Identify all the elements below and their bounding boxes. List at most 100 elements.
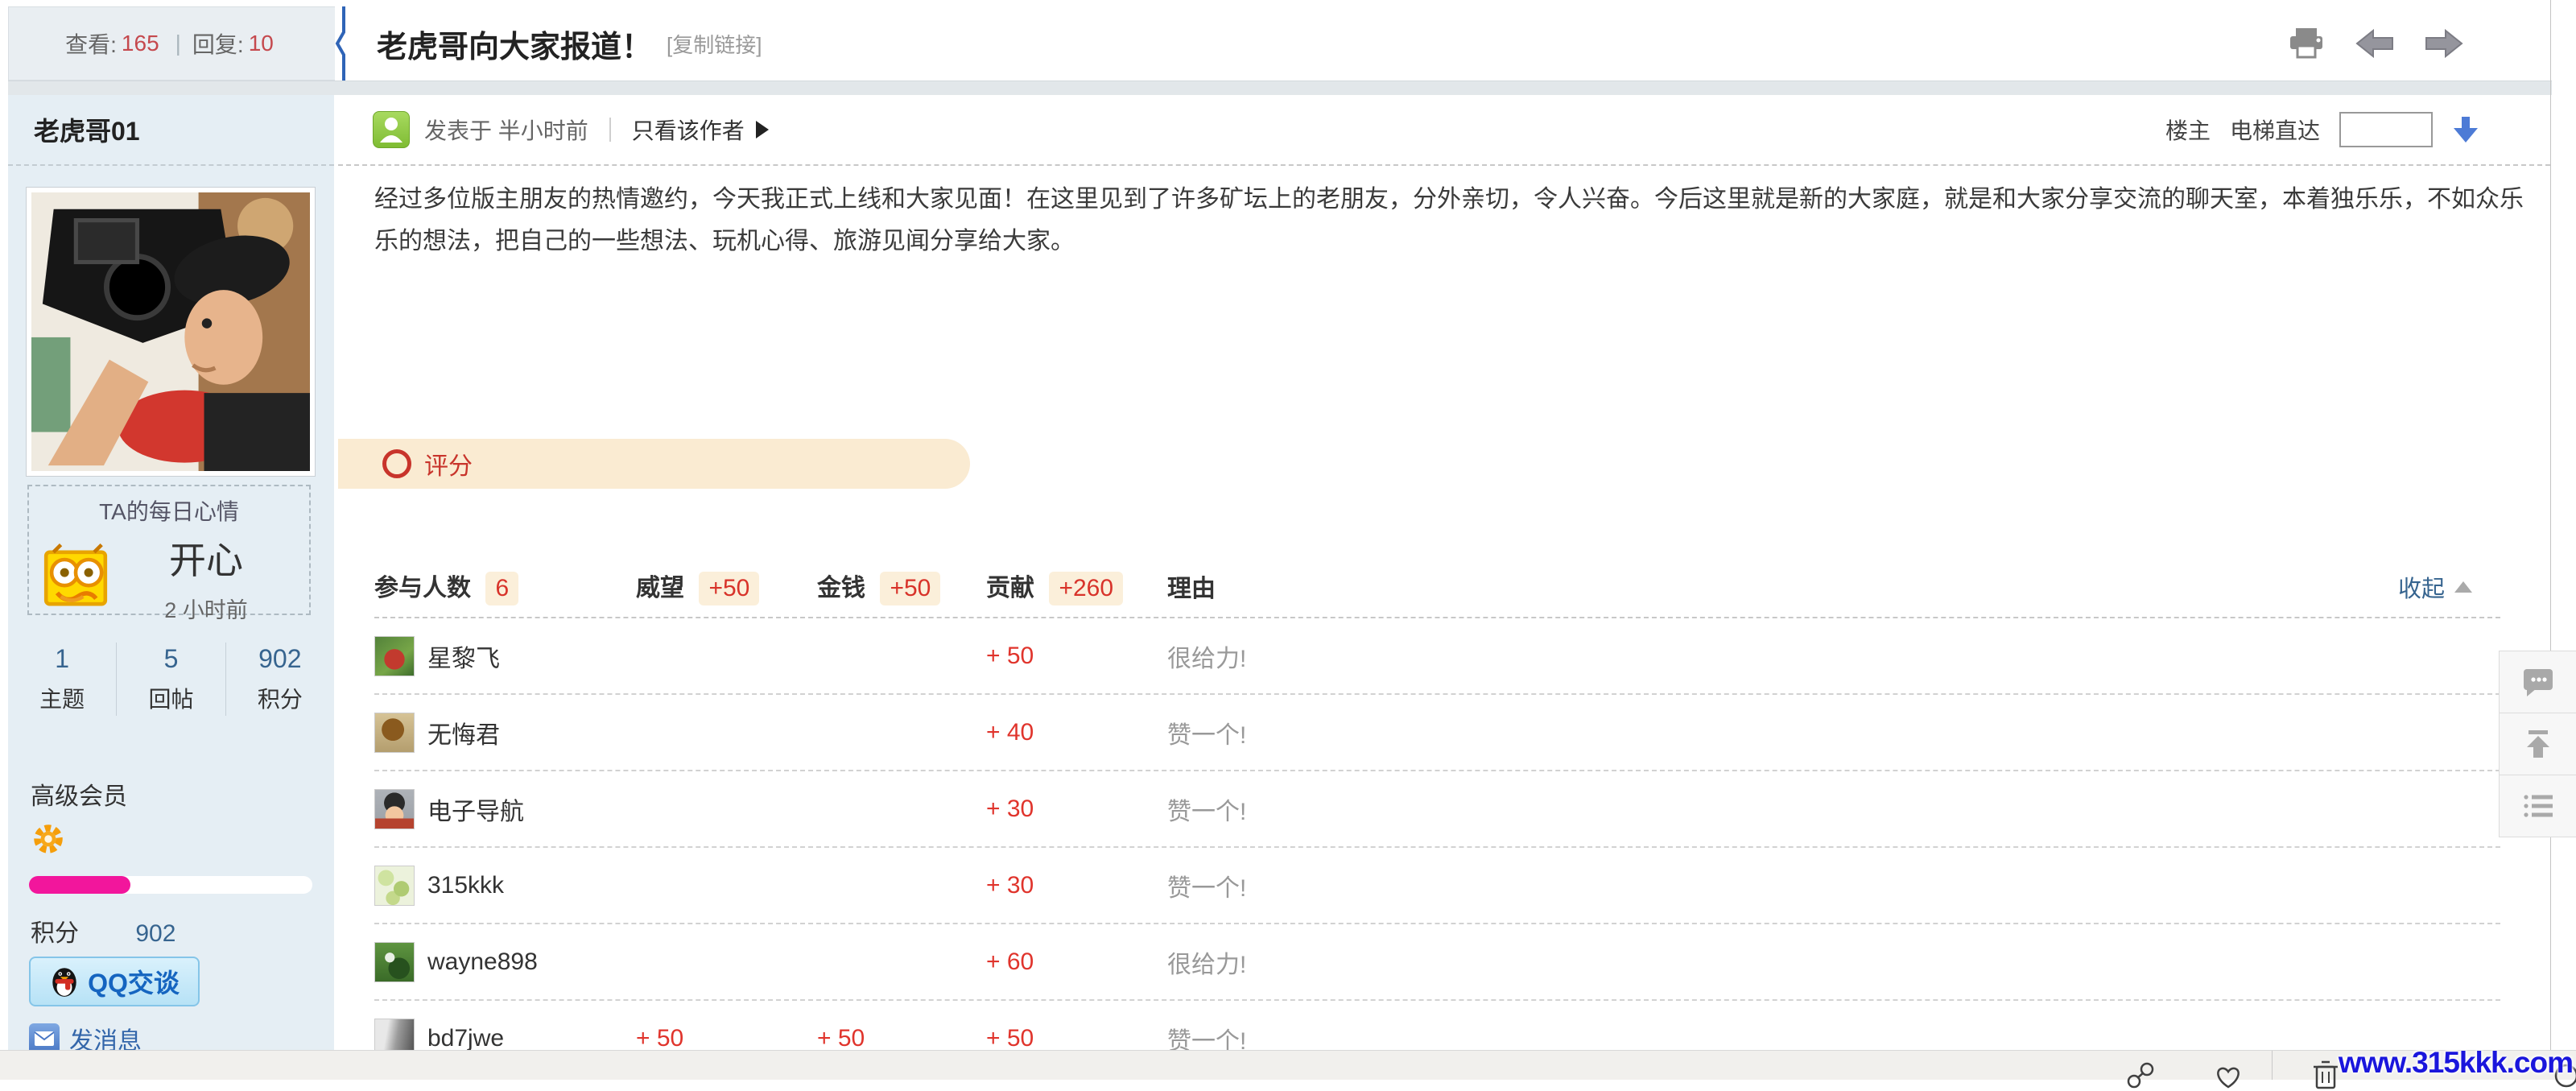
page-title: 老虎哥向大家报道！ <box>377 22 652 66</box>
rating-reason: 赞一个! <box>1167 791 2500 827</box>
money-value: + 50 <box>817 1025 986 1052</box>
title-area: 老虎哥向大家报道！ [复制链接] <box>346 6 2552 81</box>
rater-avatar[interactable] <box>374 866 415 906</box>
mood-value: 开心 <box>113 531 299 585</box>
print-icon[interactable] <box>2288 27 2325 60</box>
rating-table-header: 参与人数 6 威望 +50 金钱 +50 贡献 +260 理由 <box>374 556 2500 618</box>
post-time: 发表于 半小时前 <box>424 114 588 146</box>
rater-name[interactable]: 电子导航 <box>427 791 524 827</box>
mood-time: 2 小时前 <box>113 593 299 624</box>
floor-badge: 楼主 <box>2165 114 2211 146</box>
stat-points[interactable]: 902 积分 <box>226 643 334 716</box>
rating-reason: 赞一个! <box>1167 1021 2500 1052</box>
contribution-value: + 50 <box>986 643 1167 670</box>
contribution-total: +260 <box>1049 572 1123 605</box>
rater-name[interactable]: 无悔君 <box>427 715 500 750</box>
rating-reason: 赞一个! <box>1167 868 2500 903</box>
rating-row: 无悔君 + 40 赞一个! <box>374 695 2500 771</box>
forum-thread-page: 查看: 165 | 回复: 10 老虎哥向大家报道！ [复制链接] <box>0 0 2576 1080</box>
heart-icon[interactable] <box>2212 1062 2244 1091</box>
floor-jump-zone: 楼主 电梯直达 <box>2165 112 2479 147</box>
qq-penguin-icon <box>49 965 80 998</box>
qq-chat-label: QQ交谈 <box>88 963 180 1000</box>
list-icon <box>2521 791 2555 820</box>
participants-label: 参与人数 <box>374 575 471 601</box>
trash-icon[interactable] <box>2312 1059 2339 1091</box>
online-author-icon <box>373 111 410 148</box>
rater-avatar[interactable] <box>374 1019 415 1052</box>
expand-arrow-icon[interactable] <box>756 121 769 138</box>
send-message-button[interactable]: 发消息 <box>29 1021 142 1051</box>
daily-mood-box: TA的每日心情 开心 2 小时前 <box>27 485 311 615</box>
contribution-label: 贡献 <box>986 575 1034 601</box>
author-name-cell: 老虎哥01 <box>8 95 334 164</box>
replies-label: 回复: <box>192 27 244 60</box>
rating-row: bd7jwe + 50 + 50 + 50 赞一个! <box>374 1001 2500 1051</box>
prestige-value: + 50 <box>636 1025 817 1052</box>
viewer-toolbar: www.315kkk.com <box>0 1050 2576 1080</box>
elevator-label: 电梯直达 <box>2230 114 2320 146</box>
stat-posts[interactable]: 5 回帖 <box>117 643 225 716</box>
author-avatar[interactable] <box>26 187 316 477</box>
link-icon[interactable] <box>2125 1060 2156 1091</box>
dotted-divider <box>338 164 2550 166</box>
thread-list-button[interactable] <box>2500 775 2576 837</box>
post-body: 经过多位版主朋友的热情邀约，今天我正式上线和大家见面！在这里见到了许多矿坛上的老… <box>374 179 2528 262</box>
rating-row: 星黎飞 + 50 很给力! <box>374 618 2500 695</box>
floor-jump-input[interactable] <box>2339 112 2433 147</box>
stats-divider: | <box>175 31 181 56</box>
rater-avatar[interactable] <box>374 713 415 753</box>
copy-link-button[interactable]: [复制链接] <box>667 29 762 59</box>
post-meta-main: 发表于 半小时前 只看该作者 楼主 电梯直达 <box>334 95 2552 164</box>
floating-tool-panel <box>2499 651 2576 837</box>
rating-row: wayne898 + 60 很给力! <box>374 924 2500 1001</box>
qq-chat-button[interactable]: QQ交谈 <box>29 957 200 1006</box>
rating-row: 电子导航 + 30 赞一个! <box>374 771 2500 848</box>
rating-reason: 很给力! <box>1167 944 2500 980</box>
rater-name[interactable]: wayne898 <box>427 948 538 976</box>
author-stats: 1 主题 5 回帖 902 积分 <box>8 643 334 716</box>
brace-divider-icon <box>335 6 346 81</box>
toolbar-divider <box>2272 1051 2273 1080</box>
back-to-top-button[interactable] <box>2500 713 2576 775</box>
stat-threads[interactable]: 1 主题 <box>8 643 117 716</box>
rater-avatar[interactable] <box>374 942 415 982</box>
rater-name[interactable]: 315kkk <box>427 872 504 899</box>
reply-comment-button[interactable] <box>2500 651 2576 713</box>
top-bar: 查看: 165 | 回复: 10 老虎哥向大家报道！ [复制链接] <box>8 6 2552 81</box>
prestige-label: 威望 <box>636 575 684 601</box>
views-count: 165 <box>122 31 159 56</box>
rating-banner: 评分 <box>338 439 970 489</box>
contribution-value: + 30 <box>986 872 1167 899</box>
prev-thread-icon[interactable] <box>2355 29 2394 58</box>
gear-icon <box>29 820 68 858</box>
reason-label: 理由 <box>1167 576 1216 602</box>
author-sidebar: TA的每日心情 开心 2 小时前 <box>8 164 334 1051</box>
collapse-rating-link[interactable]: 收起 <box>2398 570 2472 604</box>
rating-circle-icon <box>382 449 411 478</box>
only-author-link[interactable]: 只看该作者 <box>632 114 745 146</box>
jump-down-icon[interactable] <box>2452 115 2479 144</box>
post-meta-row: 老虎哥01 发表于 半小时前 只看该作者 楼主 电梯直达 <box>8 95 2552 164</box>
money-label: 金钱 <box>817 575 865 601</box>
contribution-value: + 30 <box>986 796 1167 823</box>
envelope-icon <box>29 1023 60 1051</box>
rater-avatar[interactable] <box>374 636 415 676</box>
post-main-area: 经过多位版主朋友的热情邀约，今天我正式上线和大家见面！在这里见到了许多矿坛上的老… <box>338 164 2550 1051</box>
rater-avatar[interactable] <box>374 789 415 829</box>
title-action-icons <box>2288 27 2552 60</box>
score-label: 积分 <box>31 920 79 947</box>
rating-table: 参与人数 6 威望 +50 金钱 +50 贡献 +260 理由 <box>374 556 2500 1051</box>
rating-row: 315kkk + 30 赞一个! <box>374 848 2500 924</box>
prestige-total: +50 <box>699 572 759 605</box>
section-divider-band <box>8 81 2552 96</box>
views-label: 查看: <box>65 27 117 60</box>
next-thread-icon[interactable] <box>2425 29 2463 58</box>
rater-name[interactable]: bd7jwe <box>427 1025 504 1052</box>
author-username[interactable]: 老虎哥01 <box>34 111 140 148</box>
mood-emoticon-icon <box>39 541 113 615</box>
comment-icon <box>2520 666 2556 698</box>
rater-name[interactable]: 星黎飞 <box>427 638 500 674</box>
mood-title: TA的每日心情 <box>39 494 299 527</box>
contribution-value: + 60 <box>986 948 1167 976</box>
